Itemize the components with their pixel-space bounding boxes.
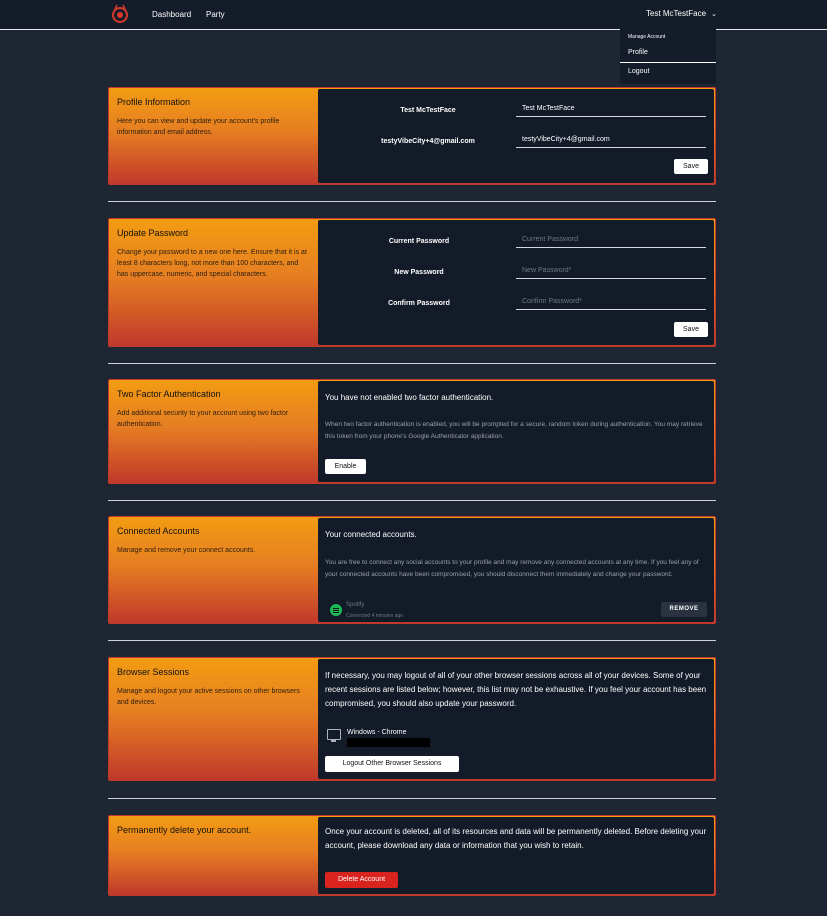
session-device-name: Windows - Chrome [347,729,407,736]
delete-account-button[interactable]: Delete Account [325,872,398,888]
profile-form-panel: Test McTestFace Test McTestFace testyVib… [318,89,714,183]
delete-account-section-info: Permanently delete your account. [109,816,318,895]
dropdown-item-logout[interactable]: Logout [628,68,649,75]
redacted-session-details [347,738,430,747]
section-divider [108,798,716,799]
section-title: Two Factor Authentication [117,389,221,399]
new-password-field[interactable]: New Password* [516,261,706,279]
dropdown-item-profile[interactable]: Profile [628,49,648,56]
dropdown-header: Manage Account [628,34,666,40]
current-password-field[interactable]: Current Password [516,230,706,248]
user-name: Test McTestFace [646,9,707,18]
sessions-body: If necessary, you may logout of all of y… [325,671,707,708]
user-menu-trigger[interactable]: Test McTestFace ⌄ [646,9,717,18]
name-field[interactable]: Test McTestFace [516,99,706,117]
save-profile-button[interactable]: Save [674,159,708,174]
new-password-label: New Password [394,269,444,276]
password-section-info: Update Password Change your password to … [109,219,318,346]
section-title: Update Password [117,228,189,238]
section-divider [108,201,716,202]
section-title: Permanently delete your account. [117,825,252,835]
connected-account-name: Spotify [346,602,365,608]
delete-account-panel: Once your account is deleted, all of its… [318,817,714,894]
confirm-password-field[interactable]: Confirm Password* [516,292,706,310]
user-dropdown-menu: Manage Account Profile Logout [620,28,716,84]
password-form-panel: Current Password Current Password New Pa… [318,220,714,345]
top-navbar: Dashboard Party Test McTestFace ⌄ [0,0,827,30]
confirm-password-label: Confirm Password [388,300,450,307]
email-field[interactable]: testyVibeCity+4@gmail.com [516,130,706,148]
connected-body: You are free to connect any social accou… [325,559,699,578]
section-description: Manage and remove your connect accounts. [117,547,256,554]
section-title: Browser Sessions [117,667,190,677]
chevron-down-icon: ⌄ [711,11,717,18]
remove-account-button[interactable]: REMOVE [661,602,707,617]
connected-heading: Your connected accounts. [325,530,417,539]
nav-link-party[interactable]: Party [206,10,225,19]
delete-account-body: Once your account is deleted, all of its… [325,827,707,850]
two-factor-body: When two factor authentication is enable… [325,421,703,440]
email-label: testyVibeCity+4@gmail.com [381,138,475,145]
nav-link-dashboard[interactable]: Dashboard [152,10,191,19]
dropdown-divider [620,62,716,63]
connected-accounts-section-info: Connected Accounts Manage and remove you… [109,517,318,623]
section-description: Manage and logout your active sessions o… [117,688,300,706]
profile-section: Profile Information Here you can view an… [108,87,716,185]
current-password-label: Current Password [388,238,450,245]
browser-sessions-section-info: Browser Sessions Manage and logout your … [109,658,318,780]
section-description: Change your password to a new one here. … [117,249,307,278]
connected-account-time: Connected 4 minutes ago [346,613,403,619]
password-section: Update Password Change your password to … [108,218,716,347]
connected-accounts-panel: Your connected accounts. You are free to… [318,518,714,622]
section-divider [108,500,716,501]
two-factor-panel: You have not enabled two factor authenti… [318,381,714,482]
app-logo-icon[interactable] [111,4,129,24]
two-factor-heading: You have not enabled two factor authenti… [325,393,494,402]
name-label: Test McTestFace [400,107,456,114]
logout-other-sessions-button[interactable]: Logout Other Browser Sessions [325,756,459,772]
spotify-icon [330,604,342,616]
save-password-button[interactable]: Save [674,322,708,337]
section-description: Add additional security to your account … [117,410,289,428]
section-divider [108,363,716,364]
section-divider [108,640,716,641]
section-description: Here you can view and update your accoun… [117,118,280,136]
browser-sessions-panel: If necessary, you may logout of all of y… [318,659,714,779]
browser-sessions-section: Browser Sessions Manage and logout your … [108,657,716,781]
profile-section-info: Profile Information Here you can view an… [109,88,318,184]
enable-two-factor-button[interactable]: Enable [325,459,366,474]
section-title: Profile Information [117,97,191,107]
connected-accounts-section: Connected Accounts Manage and remove you… [108,516,716,624]
two-factor-section-info: Two Factor Authentication Add additional… [109,380,318,483]
two-factor-section: Two Factor Authentication Add additional… [108,379,716,484]
delete-account-section: Permanently delete your account. Once yo… [108,815,716,896]
section-title: Connected Accounts [117,526,200,536]
monitor-icon [327,729,341,742]
